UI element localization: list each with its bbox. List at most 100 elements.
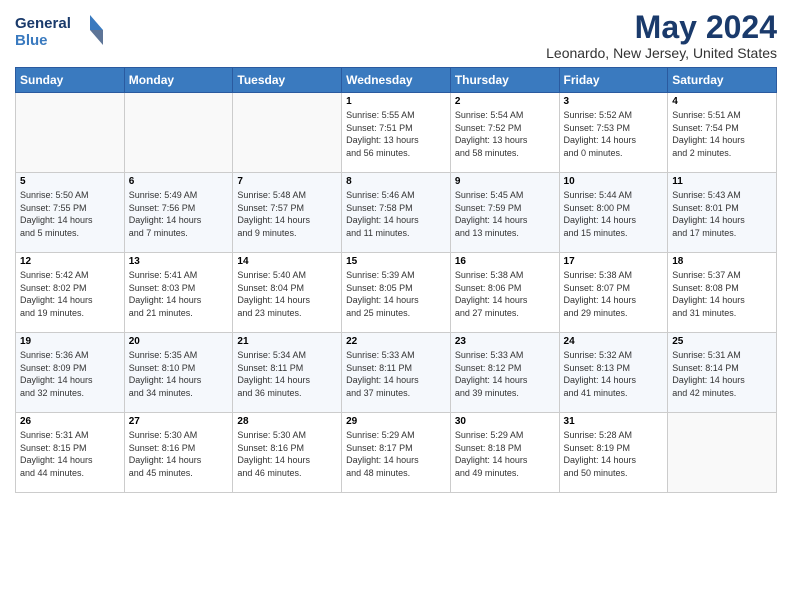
day-info: Sunrise: 5:38 AMSunset: 8:07 PMDaylight:… bbox=[564, 269, 664, 319]
calendar-cell: 1 Sunrise: 5:55 AMSunset: 7:51 PMDaylight… bbox=[342, 93, 451, 173]
calendar-cell: 18Sunrise: 5:37 AMSunset: 8:08 PMDayligh… bbox=[668, 253, 777, 333]
day-number: 5 bbox=[20, 176, 120, 187]
day-info: Sunrise: 5:54 AMSunset: 7:52 PMDaylight:… bbox=[455, 109, 555, 159]
logo: General Blue bbox=[15, 10, 105, 57]
day-info: Sunrise: 5:38 AMSunset: 8:06 PMDaylight:… bbox=[455, 269, 555, 319]
svg-text:General: General bbox=[15, 15, 71, 32]
day-number: 20 bbox=[129, 336, 229, 347]
day-info: Sunrise: 5:39 AMSunset: 8:05 PMDaylight:… bbox=[346, 269, 446, 319]
calendar-cell: 29 Sunrise: 5:29 AMSunset: 8:17 PMDayligh… bbox=[342, 413, 451, 493]
day-number: 19 bbox=[20, 336, 120, 347]
header-sunday: Sunday bbox=[16, 68, 125, 93]
day-number: 2 bbox=[455, 96, 555, 107]
day-number: 1 bbox=[346, 96, 446, 107]
day-number: 27 bbox=[129, 416, 229, 427]
day-info: Sunrise: 5:51 AMSunset: 7:54 PMDaylight:… bbox=[672, 109, 772, 159]
day-info: Sunrise: 5:36 AMSunset: 8:09 PMDaylight:… bbox=[20, 349, 120, 399]
day-info: Sunrise: 5:29 AMSunset: 8:18 PMDaylight:… bbox=[455, 429, 555, 479]
day-info: Sunrise: 5:33 AMSunset: 8:12 PMDaylight:… bbox=[455, 349, 555, 399]
day-info: Sunrise: 5:29 AMSunset: 8:17 PMDaylight:… bbox=[346, 429, 446, 479]
day-number: 11 bbox=[672, 176, 772, 187]
calendar-cell bbox=[124, 93, 233, 173]
calendar-cell: 5 Sunrise: 5:50 AMSunset: 7:55 PMDaylight… bbox=[16, 173, 125, 253]
day-info: Sunrise: 5:46 AMSunset: 7:58 PMDaylight:… bbox=[346, 189, 446, 239]
day-info: Sunrise: 5:40 AMSunset: 8:04 PMDaylight:… bbox=[237, 269, 337, 319]
calendar-cell: 17 Sunrise: 5:38 AMSunset: 8:07 PMDayligh… bbox=[559, 253, 668, 333]
header-thursday: Thursday bbox=[450, 68, 559, 93]
header-wednesday: Wednesday bbox=[342, 68, 451, 93]
calendar-cell: 22Sunrise: 5:33 AMSunset: 8:11 PMDayligh… bbox=[342, 333, 451, 413]
day-info: Sunrise: 5:31 AMSunset: 8:15 PMDaylight:… bbox=[20, 429, 120, 479]
day-number: 23 bbox=[455, 336, 555, 347]
day-info: Sunrise: 5:48 AMSunset: 7:57 PMDaylight:… bbox=[237, 189, 337, 239]
header-monday: Monday bbox=[124, 68, 233, 93]
day-info: Sunrise: 5:49 AMSunset: 7:56 PMDaylight:… bbox=[129, 189, 229, 239]
day-info: Sunrise: 5:31 AMSunset: 8:14 PMDaylight:… bbox=[672, 349, 772, 399]
day-number: 21 bbox=[237, 336, 337, 347]
svg-text:Blue: Blue bbox=[15, 32, 48, 49]
header: General Blue May 2024 Leonardo, New Jers… bbox=[15, 10, 777, 61]
day-number: 31 bbox=[564, 416, 664, 427]
header-tuesday: Tuesday bbox=[233, 68, 342, 93]
day-info: Sunrise: 5:30 AMSunset: 8:16 PMDaylight:… bbox=[129, 429, 229, 479]
calendar-cell: 23 Sunrise: 5:33 AMSunset: 8:12 PMDayligh… bbox=[450, 333, 559, 413]
calendar-cell: 2 Sunrise: 5:54 AMSunset: 7:52 PMDaylight… bbox=[450, 93, 559, 173]
day-info: Sunrise: 5:52 AMSunset: 7:53 PMDaylight:… bbox=[564, 109, 664, 159]
calendar-cell: 8Sunrise: 5:46 AMSunset: 7:58 PMDaylight… bbox=[342, 173, 451, 253]
calendar-cell: 24Sunrise: 5:32 AMSunset: 8:13 PMDayligh… bbox=[559, 333, 668, 413]
day-info: Sunrise: 5:28 AMSunset: 8:19 PMDaylight:… bbox=[564, 429, 664, 479]
calendar-cell: 26 Sunrise: 5:31 AMSunset: 8:15 PMDayligh… bbox=[16, 413, 125, 493]
calendar-cell: 13Sunrise: 5:41 AMSunset: 8:03 PMDayligh… bbox=[124, 253, 233, 333]
calendar-cell bbox=[233, 93, 342, 173]
header-friday: Friday bbox=[559, 68, 668, 93]
calendar-table: Sunday Monday Tuesday Wednesday Thursday… bbox=[15, 67, 777, 493]
calendar-week-4: 19 Sunrise: 5:36 AMSunset: 8:09 PMDayligh… bbox=[16, 333, 777, 413]
day-number: 29 bbox=[346, 416, 446, 427]
day-number: 6 bbox=[129, 176, 229, 187]
day-info: Sunrise: 5:42 AMSunset: 8:02 PMDaylight:… bbox=[20, 269, 120, 319]
day-number: 15 bbox=[346, 256, 446, 267]
day-info: Sunrise: 5:44 AMSunset: 8:00 PMDaylight:… bbox=[564, 189, 664, 239]
day-info: Sunrise: 5:33 AMSunset: 8:11 PMDaylight:… bbox=[346, 349, 446, 399]
calendar-week-2: 5 Sunrise: 5:50 AMSunset: 7:55 PMDaylight… bbox=[16, 173, 777, 253]
calendar-cell: 16 Sunrise: 5:38 AMSunset: 8:06 PMDayligh… bbox=[450, 253, 559, 333]
day-info: Sunrise: 5:34 AMSunset: 8:11 PMDaylight:… bbox=[237, 349, 337, 399]
calendar-subtitle: Leonardo, New Jersey, United States bbox=[546, 45, 777, 61]
day-info: Sunrise: 5:30 AMSunset: 8:16 PMDaylight:… bbox=[237, 429, 337, 479]
calendar-cell: 14 Sunrise: 5:40 AMSunset: 8:04 PMDayligh… bbox=[233, 253, 342, 333]
day-number: 24 bbox=[564, 336, 664, 347]
calendar-cell: 4 Sunrise: 5:51 AMSunset: 7:54 PMDaylight… bbox=[668, 93, 777, 173]
calendar-week-3: 12 Sunrise: 5:42 AMSunset: 8:02 PMDayligh… bbox=[16, 253, 777, 333]
weekday-header-row: Sunday Monday Tuesday Wednesday Thursday… bbox=[16, 68, 777, 93]
calendar-cell: 28 Sunrise: 5:30 AMSunset: 8:16 PMDayligh… bbox=[233, 413, 342, 493]
calendar-cell bbox=[668, 413, 777, 493]
day-number: 10 bbox=[564, 176, 664, 187]
day-number: 9 bbox=[455, 176, 555, 187]
day-number: 3 bbox=[564, 96, 664, 107]
calendar-cell: 15 Sunrise: 5:39 AMSunset: 8:05 PMDayligh… bbox=[342, 253, 451, 333]
calendar-cell: 6 Sunrise: 5:49 AMSunset: 7:56 PMDaylight… bbox=[124, 173, 233, 253]
calendar-cell: 31 Sunrise: 5:28 AMSunset: 8:19 PMDayligh… bbox=[559, 413, 668, 493]
calendar-week-5: 26 Sunrise: 5:31 AMSunset: 8:15 PMDayligh… bbox=[16, 413, 777, 493]
day-info: Sunrise: 5:50 AMSunset: 7:55 PMDaylight:… bbox=[20, 189, 120, 239]
day-number: 25 bbox=[672, 336, 772, 347]
day-info: Sunrise: 5:41 AMSunset: 8:03 PMDaylight:… bbox=[129, 269, 229, 319]
calendar-cell: 20 Sunrise: 5:35 AMSunset: 8:10 PMDayligh… bbox=[124, 333, 233, 413]
day-number: 12 bbox=[20, 256, 120, 267]
calendar-cell: 25 Sunrise: 5:31 AMSunset: 8:14 PMDayligh… bbox=[668, 333, 777, 413]
day-info: Sunrise: 5:43 AMSunset: 8:01 PMDaylight:… bbox=[672, 189, 772, 239]
day-info: Sunrise: 5:55 AMSunset: 7:51 PMDaylight:… bbox=[346, 109, 446, 159]
calendar-cell: 30 Sunrise: 5:29 AMSunset: 8:18 PMDayligh… bbox=[450, 413, 559, 493]
calendar-cell: 12 Sunrise: 5:42 AMSunset: 8:02 PMDayligh… bbox=[16, 253, 125, 333]
day-number: 30 bbox=[455, 416, 555, 427]
calendar-cell: 10 Sunrise: 5:44 AMSunset: 8:00 PMDayligh… bbox=[559, 173, 668, 253]
day-number: 26 bbox=[20, 416, 120, 427]
day-number: 17 bbox=[564, 256, 664, 267]
day-number: 14 bbox=[237, 256, 337, 267]
day-info: Sunrise: 5:35 AMSunset: 8:10 PMDaylight:… bbox=[129, 349, 229, 399]
title-area: May 2024 Leonardo, New Jersey, United St… bbox=[546, 10, 777, 61]
day-number: 16 bbox=[455, 256, 555, 267]
calendar-week-1: 1 Sunrise: 5:55 AMSunset: 7:51 PMDaylight… bbox=[16, 93, 777, 173]
day-number: 4 bbox=[672, 96, 772, 107]
day-number: 28 bbox=[237, 416, 337, 427]
